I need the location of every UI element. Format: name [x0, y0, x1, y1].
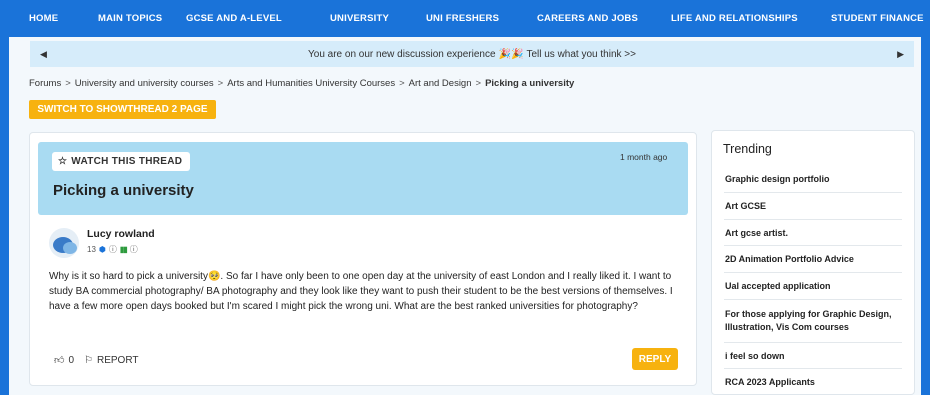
nav-uni-freshers[interactable]: UNI FRESHERS [426, 13, 499, 24]
breadcrumb-arts-humanities[interactable]: Arts and Humanities University Courses [227, 78, 395, 89]
divider [724, 245, 902, 246]
nav-main-topics[interactable]: MAIN TOPICS [98, 13, 162, 24]
report-label: REPORT [96, 354, 139, 366]
divider [724, 192, 902, 193]
watch-thread-label: WATCH THIS THREAD [71, 156, 183, 167]
reputation-count: 13 [87, 245, 96, 254]
trending-item[interactable]: RCA 2023 Applicants [725, 376, 903, 389]
thread-title: Picking a university [53, 182, 194, 199]
breadcrumb-separator: > [65, 78, 71, 89]
trending-item[interactable]: Art GCSE [725, 200, 903, 213]
reply-button[interactable]: REPLY [632, 348, 678, 370]
flag-icon: ⚐ [84, 354, 93, 366]
trending-item[interactable]: For those applying for Graphic Design, I… [725, 308, 903, 334]
banner-feedback-link[interactable]: Tell us what you think >> [526, 49, 636, 60]
nav-university[interactable]: UNIVERSITY [330, 13, 389, 24]
post-actions: 👍︎ 0 ⚐ REPORT [54, 354, 138, 367]
breadcrumb: Forums > University and university cours… [29, 78, 574, 89]
trending-item[interactable]: 2D Animation Portfolio Advice [725, 253, 903, 266]
breadcrumb-separator: > [475, 78, 482, 89]
info-icon[interactable]: ⓘ [109, 244, 117, 255]
divider [724, 272, 902, 273]
breadcrumb-art-design[interactable]: Art and Design [409, 78, 472, 89]
breadcrumb-separator: > [217, 78, 224, 89]
announcement-banner: ◀ You are on our new discussion experien… [30, 41, 914, 67]
left-frame [0, 37, 9, 395]
report-button[interactable]: ⚐ REPORT [84, 355, 138, 366]
nav-careers-jobs[interactable]: CAREERS AND JOBS [537, 13, 638, 24]
like-button[interactable]: 👍︎ 0 [54, 354, 75, 367]
divider [724, 299, 902, 300]
trending-title: Trending [723, 142, 772, 156]
trending-item[interactable]: Art gcse artist. [725, 227, 903, 240]
trending-item[interactable]: i feel so down [725, 350, 903, 363]
info-icon[interactable]: ⓘ [130, 244, 138, 255]
shield-icon: ⬢ [98, 245, 106, 254]
banner-prev-icon[interactable]: ◀ [40, 49, 47, 60]
party-icon: 🎉🎉 [498, 48, 524, 60]
banner-text: You are on our new discussion experience [308, 48, 496, 60]
right-frame [921, 37, 930, 395]
divider [724, 342, 902, 343]
trending-item[interactable]: Ual accepted application [725, 280, 903, 293]
user-stats: 13 ⬢ ⓘ ▮▮ ⓘ [87, 244, 138, 255]
breadcrumb-university-courses[interactable]: University and university courses [75, 78, 214, 89]
breadcrumb-forums[interactable]: Forums [29, 78, 61, 89]
switch-showthread-button[interactable]: SWITCH TO SHOWTHREAD 2 PAGE [29, 100, 216, 119]
thread-timestamp: 1 month ago [620, 152, 668, 162]
divider [724, 219, 902, 220]
star-icon: ☆ [58, 156, 68, 167]
trending-item[interactable]: Graphic design portfolio [725, 173, 903, 186]
thumbs-up-icon: 👍︎ [54, 355, 65, 366]
breadcrumb-current: Picking a university [485, 78, 575, 89]
signal-bars-icon: ▮▮ [119, 245, 128, 254]
avatar[interactable] [49, 228, 79, 258]
breadcrumb-separator: > [399, 78, 405, 89]
top-navigation: HOME MAIN TOPICS GCSE AND A-LEVEL UNIVER… [0, 0, 930, 37]
banner-next-icon[interactable]: ▶ [897, 49, 904, 60]
watch-thread-button[interactable]: ☆ WATCH THIS THREAD [52, 152, 190, 171]
like-count: 0 [68, 354, 75, 366]
nav-life-relationships[interactable]: LIFE AND RELATIONSHIPS [671, 13, 798, 24]
divider [724, 368, 902, 369]
nav-home[interactable]: HOME [29, 13, 58, 24]
post-author[interactable]: Lucy rowland [87, 228, 155, 240]
nav-student-finance[interactable]: STUDENT FINANCE [831, 13, 924, 24]
nav-gcse-a-level[interactable]: GCSE AND A-LEVEL [186, 13, 282, 24]
post-body: Why is it so hard to pick a university🥺.… [49, 271, 673, 312]
